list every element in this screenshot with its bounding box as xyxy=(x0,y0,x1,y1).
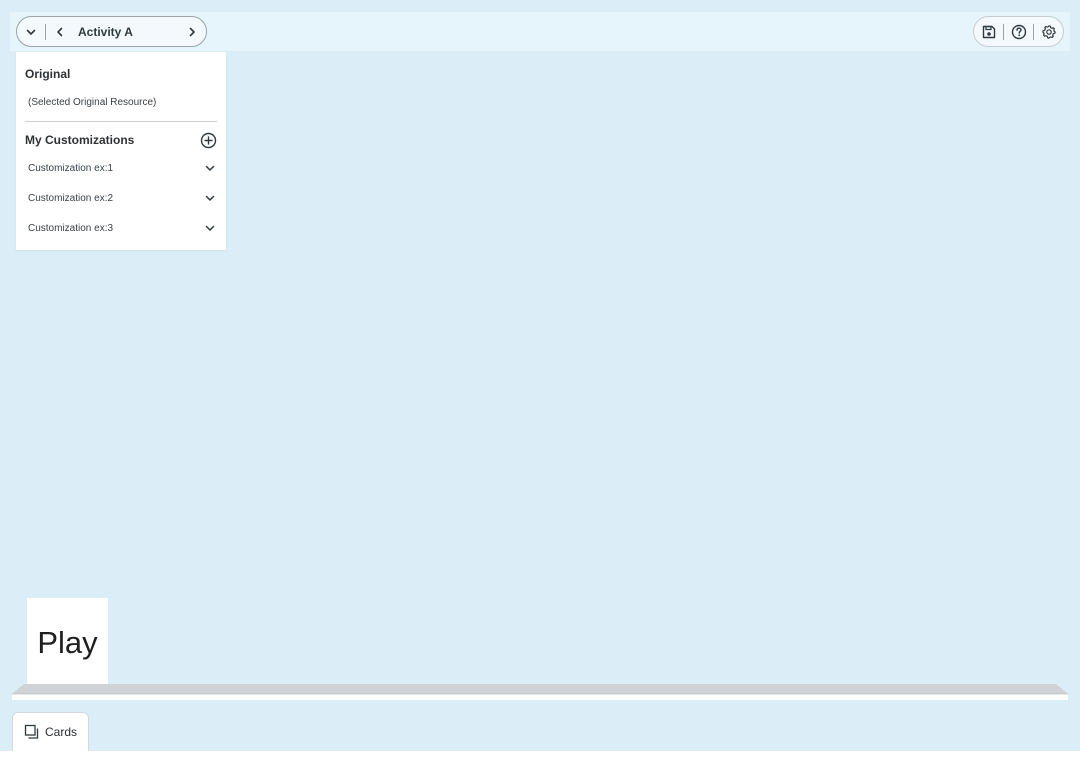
activity-title: Activity A xyxy=(78,24,133,39)
customization-item[interactable]: Customization ex:3 xyxy=(28,218,217,238)
original-resource-item[interactable]: (Selected Original Resource) xyxy=(28,97,156,108)
customization-label: Customization ex:3 xyxy=(28,222,114,234)
cards-label: Cards xyxy=(44,725,77,739)
chevron-left-icon xyxy=(57,27,63,36)
gear-icon xyxy=(1041,24,1056,39)
original-section-title: Original xyxy=(25,67,71,81)
help-button[interactable] xyxy=(1004,17,1033,46)
toolbar-actions xyxy=(973,16,1064,47)
section-divider xyxy=(25,121,217,122)
chevron-down-icon[interactable] xyxy=(203,221,217,235)
customization-item[interactable]: Customization ex:1 xyxy=(28,158,217,178)
save-icon xyxy=(982,25,995,38)
cards-icon xyxy=(24,724,39,739)
help-icon xyxy=(1011,24,1026,39)
activity-dropdown-panel: Original (Selected Original Resource) My… xyxy=(16,52,226,250)
play-card[interactable]: Play xyxy=(27,598,108,688)
settings-button[interactable] xyxy=(1034,17,1063,46)
previous-activity-button[interactable] xyxy=(46,17,74,46)
bottom-bar xyxy=(0,751,1080,758)
plus-circle-icon xyxy=(200,132,216,148)
chevron-down-icon[interactable] xyxy=(203,161,217,175)
save-button[interactable] xyxy=(974,17,1003,46)
play-label: Play xyxy=(37,625,98,660)
activity-dropdown-button[interactable] xyxy=(17,17,45,46)
activity-navigator: Activity A xyxy=(16,16,207,47)
chevron-right-icon xyxy=(189,27,195,36)
add-customization-button[interactable] xyxy=(199,131,217,149)
chevron-down-icon xyxy=(26,29,36,35)
card-shelf xyxy=(12,684,1068,700)
customizations-section-title: My Customizations xyxy=(25,133,135,147)
cards-button[interactable]: Cards xyxy=(12,712,89,752)
next-activity-button[interactable] xyxy=(178,17,206,46)
customization-label: Customization ex:1 xyxy=(28,162,114,174)
customization-item[interactable]: Customization ex:2 xyxy=(28,188,217,208)
customization-label: Customization ex:2 xyxy=(28,192,114,204)
chevron-down-icon[interactable] xyxy=(203,191,217,205)
